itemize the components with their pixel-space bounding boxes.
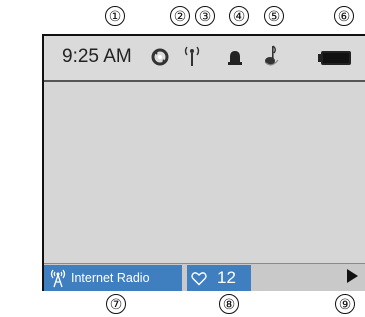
callout-8: ⑧ [219,294,239,314]
device-screen: 9:25 AM Internet Radio 12 [42,34,365,291]
battery-icon [318,51,352,70]
callout-5: ⑤ [264,6,284,26]
callout-3: ③ [195,6,215,26]
callout-1: ① [105,6,125,26]
music-note-icon [264,44,280,73]
callout-9: ⑨ [335,294,355,314]
likes-count: 12 [217,268,236,287]
radio-tower-icon [49,268,67,288]
play-button[interactable] [345,268,359,288]
callout-2: ② [170,6,190,26]
status-bar: 9:25 AM [44,36,365,82]
source-button[interactable]: Internet Radio [44,265,182,291]
callout-4: ④ [229,6,249,26]
likes-button[interactable]: 12 [187,265,251,291]
clock-time: 9:25 AM [62,46,132,67]
sync-icon [151,48,169,71]
play-icon [346,268,358,288]
antenna-icon [182,44,202,73]
bottom-bar: Internet Radio 12 [44,263,365,291]
callout-7: ⑦ [106,294,126,314]
content-area [44,82,365,264]
callout-6: ⑥ [334,6,354,26]
source-label: Internet Radio [71,271,150,285]
bell-icon [227,49,243,72]
heart-icon [191,271,207,286]
